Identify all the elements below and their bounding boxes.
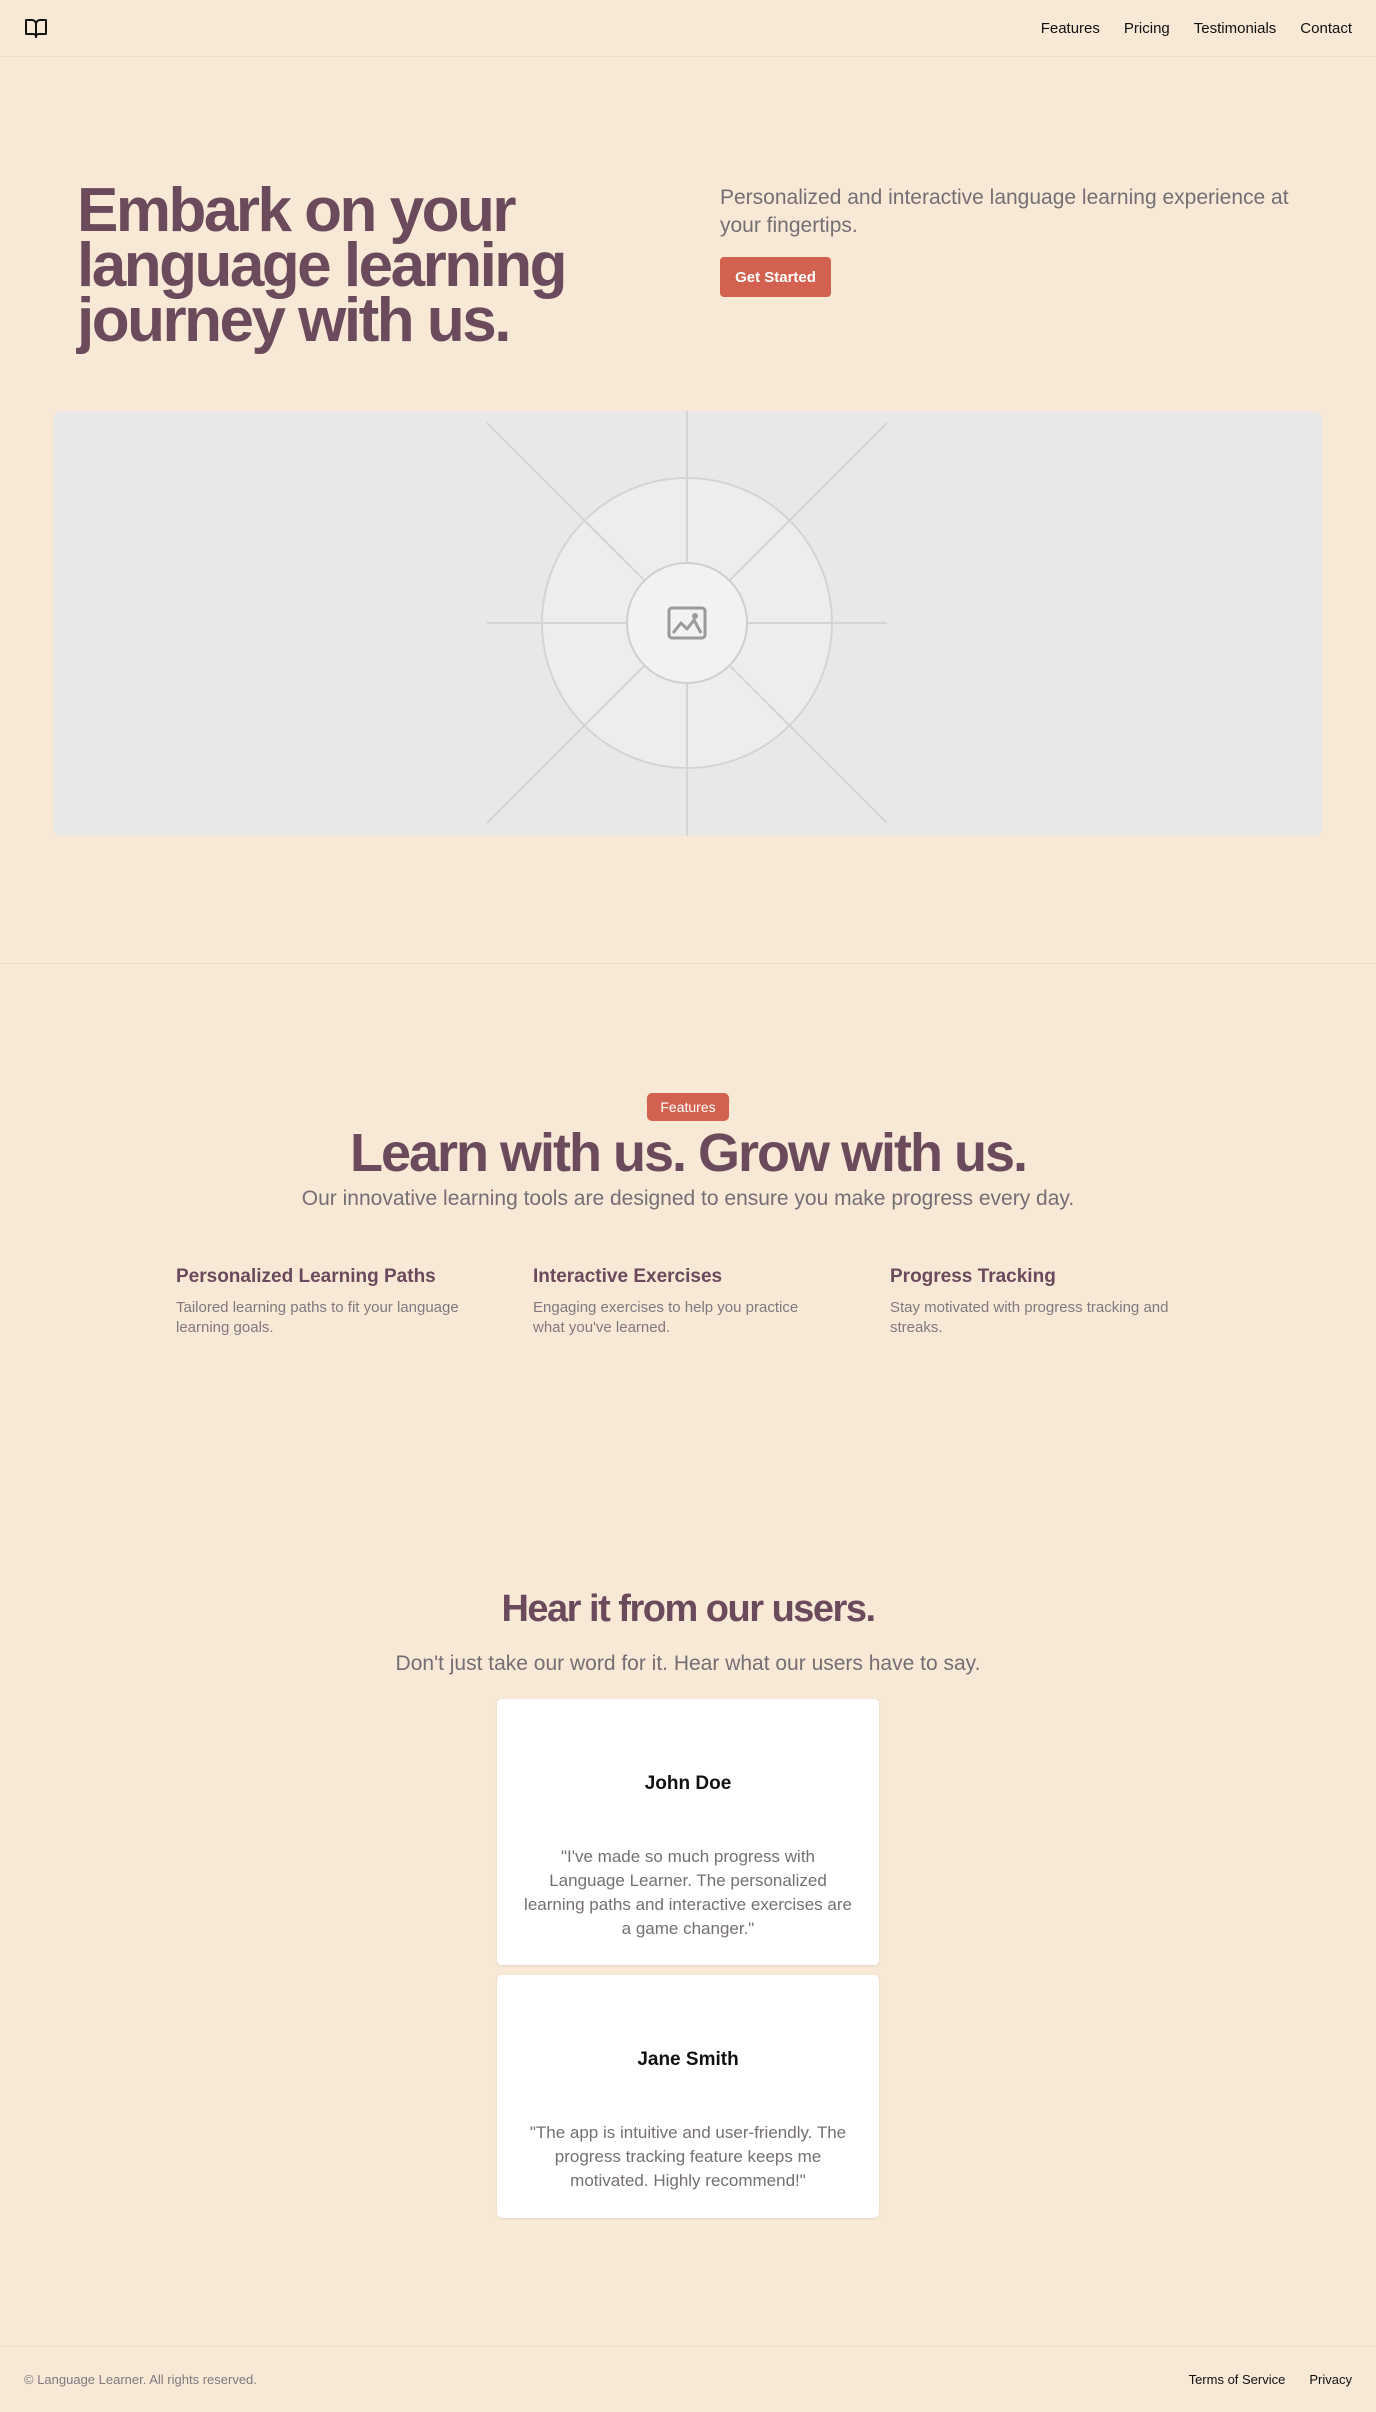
terms-link[interactable]: Terms of Service — [1189, 2372, 1286, 2387]
feature-description: Engaging exercises to help you practice … — [533, 1299, 799, 1336]
hero-subtitle: Personalized and interactive language le… — [720, 186, 1289, 237]
features-badge: Features — [647, 1093, 729, 1121]
nav-contact[interactable]: Contact — [1300, 20, 1352, 37]
nav-features[interactable]: Features — [1041, 20, 1100, 37]
privacy-link[interactable]: Privacy — [1309, 2372, 1352, 2387]
feature-item: Interactive Exercises Engaging exercises… — [533, 1266, 833, 1338]
nav-pricing[interactable]: Pricing — [1124, 20, 1170, 37]
testimonial-quote: "The app is intuitive and user-friendly.… — [529, 2123, 847, 2190]
testimonials-subtitle: Don't just take our word for it. Hear wh… — [395, 1652, 981, 1675]
feature-title: Progress Tracking — [890, 1266, 1056, 1287]
feature-title: Personalized Learning Paths — [176, 1266, 436, 1287]
nav-testimonials[interactable]: Testimonials — [1194, 20, 1277, 37]
testimonial-quote: "I've made so much progress with Languag… — [524, 1847, 852, 1938]
hero-image-placeholder — [53, 411, 1322, 836]
testimonials-title: Hear it from our users. — [501, 1588, 876, 1630]
site-header: Features Pricing Testimonials Contact — [0, 0, 1376, 57]
feature-description: Stay motivated with progress tracking an… — [890, 1299, 1169, 1336]
book-open-icon[interactable] — [24, 16, 48, 40]
testimonial-card: Jane Smith "The app is intuitive and use… — [497, 1975, 879, 2218]
feature-title: Interactive Exercises — [533, 1266, 723, 1287]
get-started-button[interactable]: Get Started — [720, 257, 831, 297]
features-subtitle: Our innovative learning tools are design… — [301, 1187, 1075, 1210]
image-placeholder-icon — [667, 606, 707, 640]
site-footer: © Language Learner. All rights reserved.… — [0, 2346, 1376, 2412]
features-title: Learn with us. Grow with us. — [349, 1123, 1028, 1183]
footer-links: Terms of Service Privacy — [1189, 2372, 1352, 2387]
section-divider — [0, 963, 1376, 964]
copyright-text: © Language Learner. All rights reserved. — [24, 2372, 257, 2387]
feature-item: Personalized Learning Paths Tailored lea… — [176, 1266, 476, 1338]
feature-description: Tailored learning paths to fit your lang… — [176, 1299, 459, 1336]
main-nav: Features Pricing Testimonials Contact — [1041, 20, 1352, 37]
testimonial-name: Jane Smith — [637, 2049, 739, 2070]
testimonial-name: John Doe — [644, 1773, 732, 1794]
testimonial-card: John Doe "I've made so much progress wit… — [497, 1699, 879, 1965]
feature-item: Progress Tracking Stay motivated with pr… — [890, 1266, 1190, 1338]
hero-title: Embark on your language learning journey… — [77, 176, 568, 355]
